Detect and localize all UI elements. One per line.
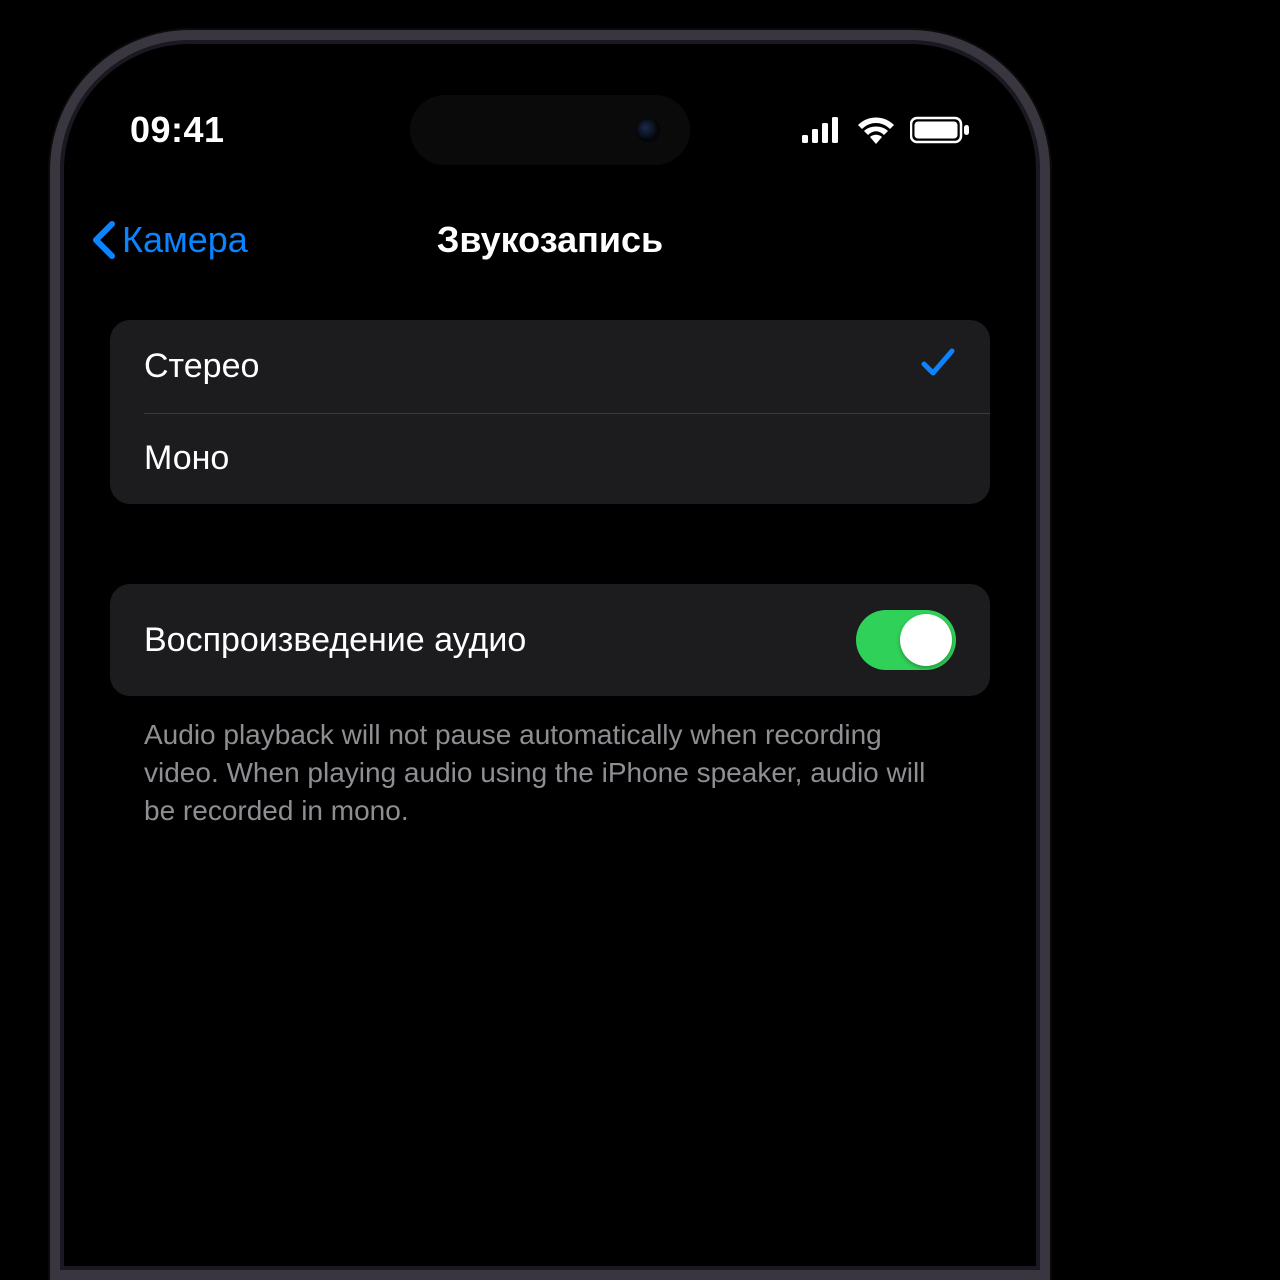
page-title: Звукозапись: [437, 219, 663, 261]
nav-header: Камера Звукозапись: [60, 210, 1040, 270]
phone-frame: 09:41: [50, 30, 1050, 1280]
dynamic-island: [410, 95, 690, 165]
back-button[interactable]: Камера: [90, 219, 248, 261]
status-time: 09:41: [130, 109, 225, 151]
cellular-icon: [802, 117, 842, 143]
recording-mode-group: Стерео Моно: [110, 320, 990, 504]
checkmark-icon: [920, 346, 956, 387]
audio-playback-group: Воспроизведение аудио: [110, 584, 990, 696]
audio-playback-toggle[interactable]: [856, 610, 956, 670]
chevron-left-icon: [90, 220, 116, 260]
option-label: Моно: [144, 439, 229, 478]
audio-playback-row[interactable]: Воспроизведение аудио: [110, 584, 990, 696]
option-stereo[interactable]: Стерео: [110, 320, 990, 413]
wifi-icon: [856, 116, 896, 144]
option-label: Стерео: [144, 347, 259, 386]
back-label: Камера: [122, 219, 248, 261]
row-label: Воспроизведение аудио: [144, 621, 526, 660]
option-mono[interactable]: Моно: [110, 413, 990, 504]
status-indicators: [802, 116, 970, 144]
battery-icon: [910, 116, 970, 144]
footer-description: Audio playback will not pause automatica…: [110, 696, 990, 829]
toggle-knob: [900, 614, 952, 666]
content: Стерео Моно Воспроизведение аудио Audio: [110, 320, 990, 829]
front-camera-icon: [636, 118, 660, 142]
spacer: [110, 504, 990, 584]
